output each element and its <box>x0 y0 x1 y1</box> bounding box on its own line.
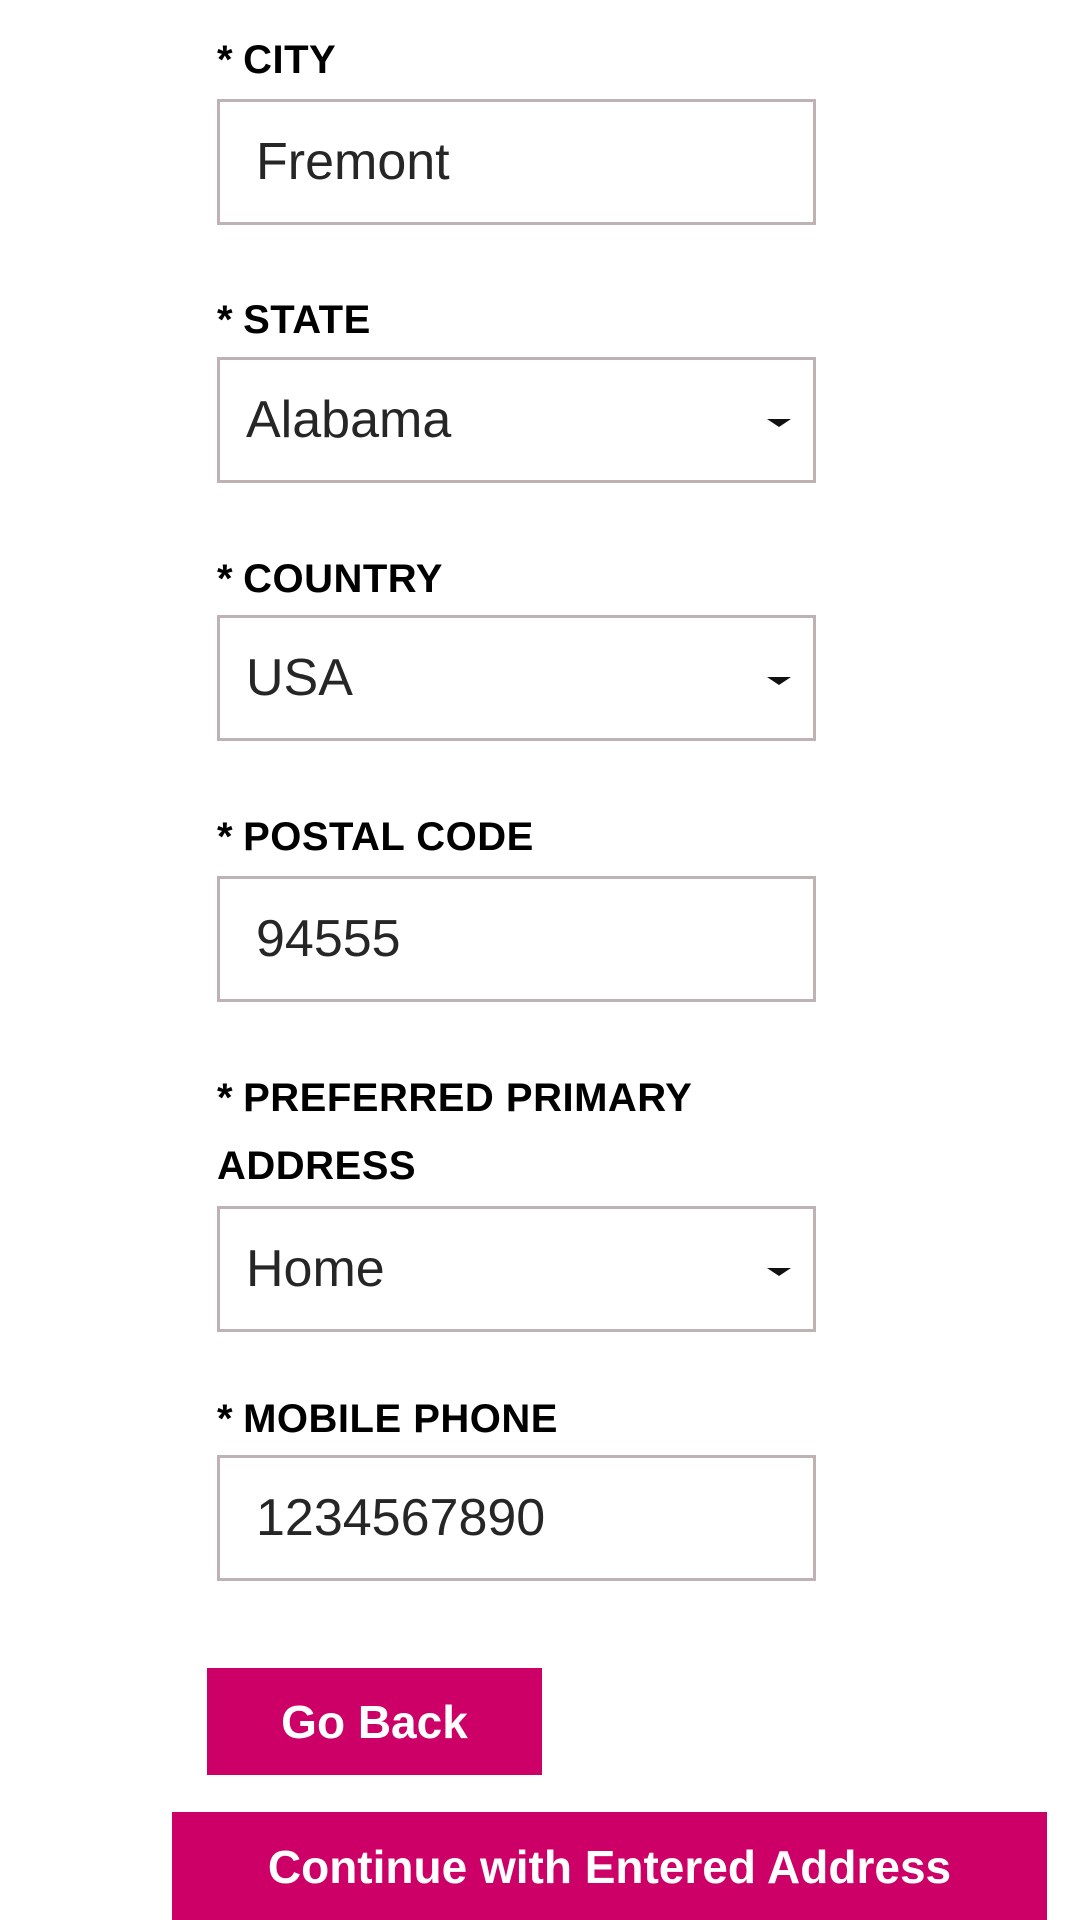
postal-code-field[interactable] <box>217 876 816 1002</box>
country-label: * COUNTRY <box>217 557 443 601</box>
city-input[interactable] <box>220 102 813 222</box>
continue-with-entered-address-button[interactable]: Continue with Entered Address <box>172 1812 1047 1920</box>
chevron-down-icon <box>767 419 791 427</box>
state-label: * STATE <box>217 298 371 342</box>
required-marker: * <box>217 298 234 342</box>
preferred-primary-address-select[interactable]: Home <box>217 1206 816 1332</box>
city-label: * CITY <box>217 38 337 82</box>
preferred-primary-address-selected-value: Home <box>246 1240 385 1298</box>
go-back-button[interactable]: Go Back <box>207 1668 542 1775</box>
chevron-down-icon <box>767 1268 791 1276</box>
state-selected-value: Alabama <box>246 391 452 449</box>
required-marker: * <box>217 38 234 82</box>
mobile-phone-label: * MOBILE PHONE <box>217 1397 558 1441</box>
mobile-phone-field[interactable] <box>217 1455 816 1581</box>
required-marker: * <box>217 1397 234 1441</box>
address-form-page: *CITY *STATE Alabama *COUNTRY USA *POSTA… <box>0 0 1080 1920</box>
country-select[interactable]: USA <box>217 615 816 741</box>
state-select[interactable]: Alabama <box>217 357 816 483</box>
postal-code-input[interactable] <box>220 879 813 999</box>
required-marker: * <box>217 557 234 601</box>
city-field[interactable] <box>217 99 816 225</box>
required-marker: * <box>217 1076 234 1120</box>
postal-code-label: * POSTAL CODE <box>217 815 534 859</box>
mobile-phone-input[interactable] <box>220 1458 813 1578</box>
required-marker: * <box>217 815 234 859</box>
country-selected-value: USA <box>246 649 353 707</box>
preferred-primary-address-label: * PREFERRED PRIMARY ADDRESS <box>217 1076 693 1188</box>
chevron-down-icon <box>767 677 791 685</box>
